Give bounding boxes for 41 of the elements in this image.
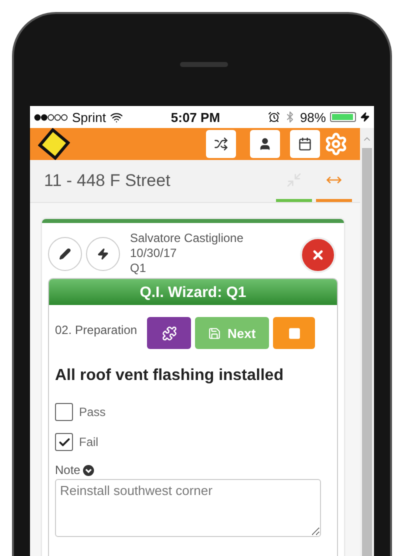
user-icon [258,137,272,151]
note-label: Note [55,463,80,477]
scrollbar-thumb[interactable] [362,148,372,556]
checkbox[interactable] [55,403,73,421]
wifi-icon [110,110,123,124]
close-icon [311,248,325,262]
alarm-icon [268,111,280,123]
checkbox[interactable] [55,433,73,451]
edit-button[interactable] [48,237,82,271]
speaker-grille [180,62,228,67]
question-text: All roof vent flashing installed [55,367,284,385]
square-icon [288,326,301,340]
puzzle-button[interactable] [147,317,192,349]
wizard-title: Q.I. Wizard: Q1 [49,279,337,305]
signal-icon [34,114,68,120]
address-title: 11 - 448 F Street [44,171,170,191]
note-field[interactable]: Reinstall southwest corner [55,479,321,537]
bolt-icon [97,248,109,260]
inspector-name: Salvatore Castiglione [130,231,244,246]
check-icon [58,436,70,448]
option-label[interactable]: Pass [79,405,106,419]
option-label[interactable]: Fail [79,435,98,449]
save-icon [208,326,222,340]
calendar-icon [298,137,312,151]
calendar-button[interactable] [290,130,320,158]
charging-icon [360,112,370,122]
chevron-down-circle-icon [83,464,94,476]
step-label: 02. Preparation [55,323,138,337]
inspection-code: Q1 [130,261,148,276]
bolt-button[interactable] [86,237,120,271]
battery-percent: 98% [300,110,326,124]
shuffle-icon [214,137,228,151]
inspection-date: 10/30/17 [130,246,178,261]
puzzle-icon [162,326,177,340]
battery-icon [330,112,356,122]
carrier-name: Sprint [72,110,106,124]
status-time: 5:07 PM [170,110,220,124]
shuffle-button[interactable] [206,130,236,158]
close-button[interactable] [300,237,336,273]
user-button[interactable] [250,130,280,158]
pencil-icon [59,248,71,260]
